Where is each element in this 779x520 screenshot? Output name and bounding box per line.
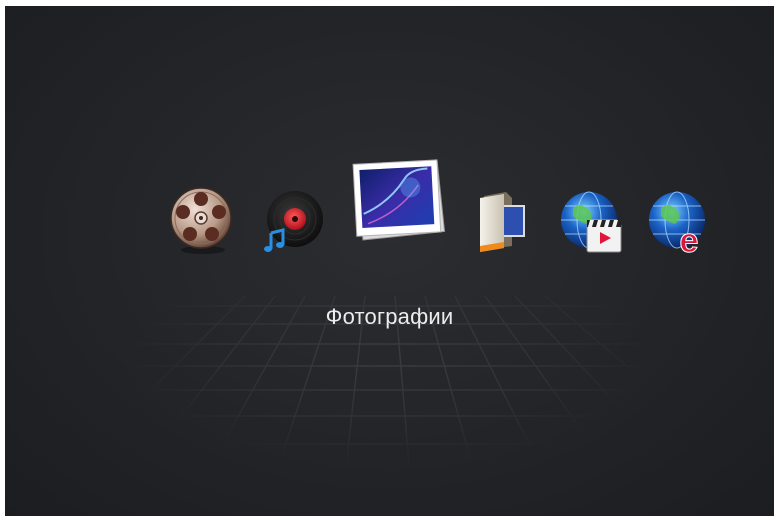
file-folder-icon[interactable] (472, 190, 528, 256)
media-menu-screen: e Фотографии (5, 6, 774, 516)
music-record-icon[interactable] (259, 189, 325, 255)
photo-frame-icon[interactable] (349, 152, 449, 248)
svg-text:e: e (680, 222, 699, 260)
perspective-grid-floor (64, 295, 756, 477)
globe-video-icon[interactable] (559, 188, 629, 260)
globe-browser-icon[interactable]: e (649, 188, 713, 260)
film-reel-icon[interactable] (170, 184, 236, 256)
selected-item-label: Фотографии (325, 304, 454, 329)
